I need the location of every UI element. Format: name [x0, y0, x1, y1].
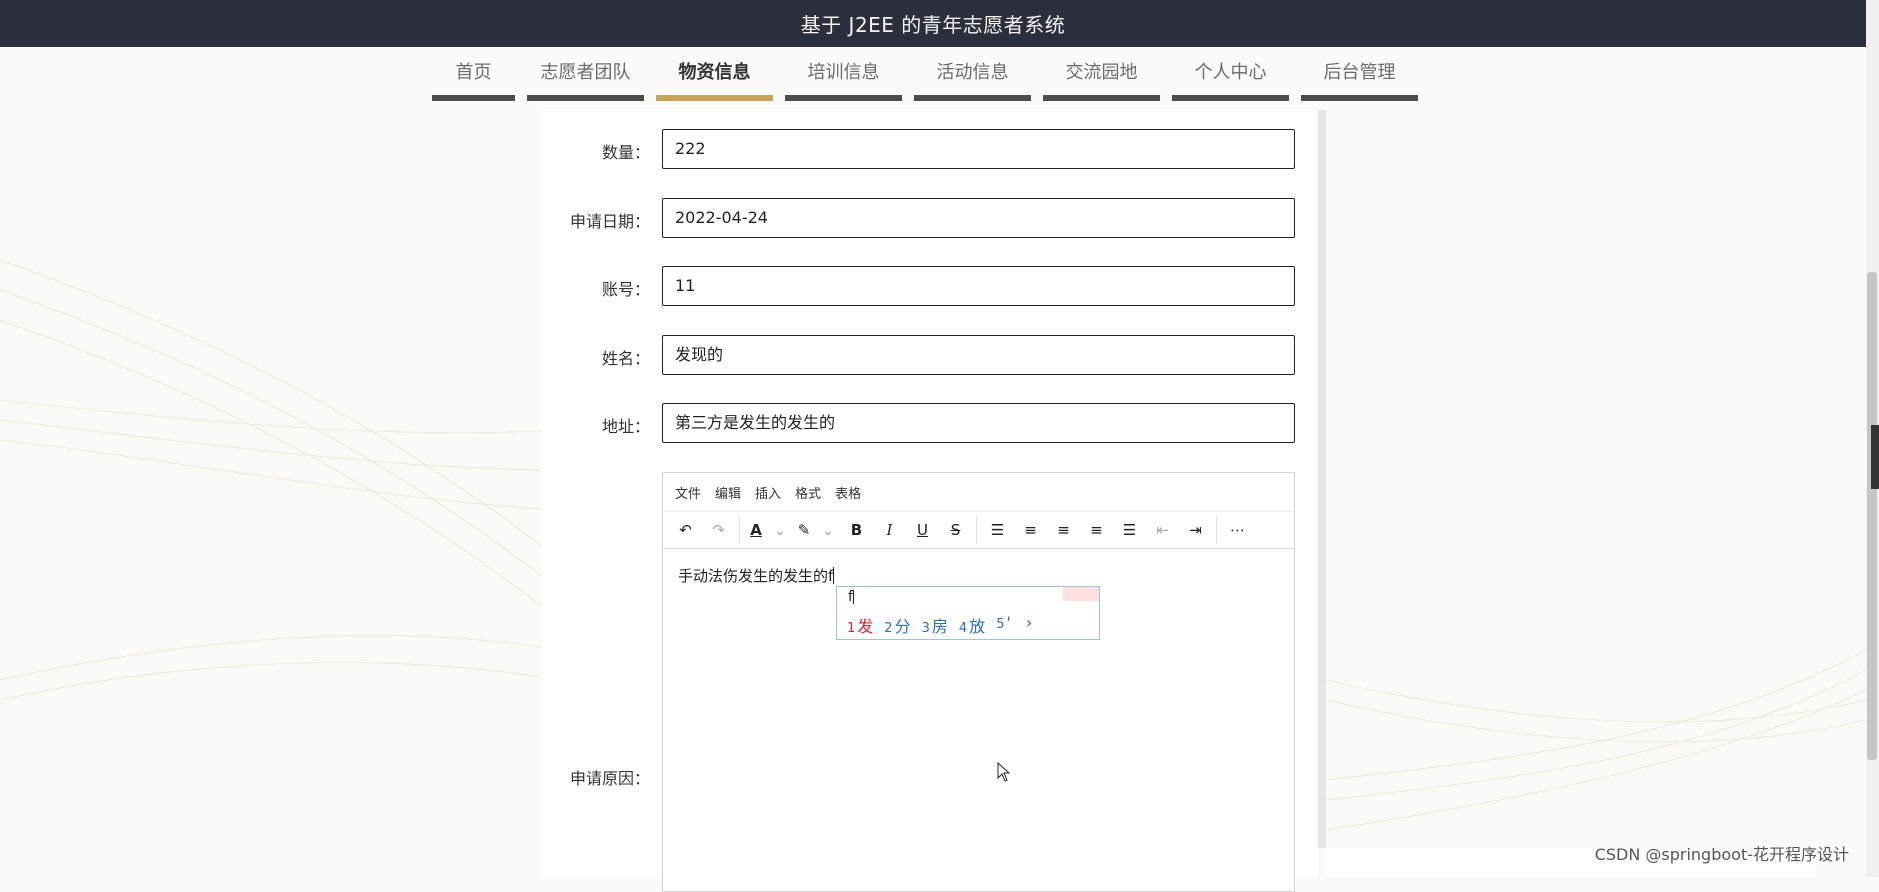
- menu-format[interactable]: 格式: [795, 483, 821, 502]
- editor-text: 手动法伤发生的发生的f: [678, 567, 834, 585]
- more-icon[interactable]: ⋯: [1221, 515, 1254, 545]
- editor-toolbar: ↶ ↷ A ⌄ ✎ ⌄ B I U S ☰ ≡ ≡ ≡ ☰ ⇤ ⇥ ⋯: [663, 512, 1294, 549]
- nav-item-personal-center[interactable]: 个人中心: [1172, 47, 1289, 101]
- menu-insert[interactable]: 插入: [755, 483, 781, 502]
- ime-pinyin-input: f: [848, 589, 854, 605]
- account-row: 账号： 11: [542, 266, 1326, 306]
- align-right-icon[interactable]: ≡: [1080, 515, 1113, 545]
- apply-date-input[interactable]: 2022-04-24: [662, 198, 1295, 238]
- page-scrollbar[interactable]: [1866, 0, 1879, 877]
- ime-candidate[interactable]: 3房: [922, 613, 948, 637]
- ime-candidate[interactable]: 2分: [884, 613, 910, 637]
- address-label: 地址：: [601, 417, 650, 436]
- ime-candidate[interactable]: 1发: [847, 613, 873, 637]
- main-nav: 首页 志愿者团队 物资信息 培训信息 活动信息 交流园地 个人中心 后台管理: [432, 47, 1418, 101]
- indent-icon[interactable]: ⇥: [1179, 515, 1212, 545]
- ime-candidate[interactable]: 4放: [959, 613, 985, 637]
- text-caret: [833, 567, 835, 584]
- line-height-icon[interactable]: ☰: [981, 515, 1014, 545]
- site-header: 基于 J2EE 的青年志愿者系统: [0, 0, 1866, 47]
- nav-item-admin[interactable]: 后台管理: [1301, 47, 1418, 101]
- name-label: 姓名：: [601, 349, 650, 368]
- menu-file[interactable]: 文件: [675, 483, 701, 502]
- nav-item-activities[interactable]: 活动信息: [914, 47, 1031, 101]
- site-title: 基于 J2EE 的青年志愿者系统: [800, 13, 1066, 37]
- ime-next-page-icon[interactable]: ›: [1026, 613, 1032, 637]
- name-input[interactable]: 发现的: [662, 335, 1295, 375]
- menu-table[interactable]: 表格: [835, 483, 861, 502]
- italic-icon[interactable]: I: [873, 515, 906, 545]
- ime-brand-mark: [1063, 587, 1099, 601]
- text-color-icon[interactable]: A: [744, 515, 768, 545]
- name-row: 姓名： 发现的: [542, 335, 1326, 375]
- account-label: 账号：: [601, 280, 650, 299]
- apply-date-label: 申请日期：: [569, 212, 650, 231]
- address-row: 地址： 第三方是发生的发生的: [542, 403, 1326, 443]
- toolbar-divider: [1216, 516, 1217, 544]
- ime-candidates: 1发 2分 3房 4放 5 ' ›: [847, 613, 1032, 637]
- ime-caret: [852, 590, 854, 604]
- nav-item-supplies[interactable]: 物资信息: [656, 47, 773, 101]
- chevron-down-icon[interactable]: ⌄: [816, 515, 840, 545]
- rich-text-editor[interactable]: 文件 编辑 插入 格式 表格 ↶ ↷ A ⌄ ✎ ⌄ B I U S ☰ ≡ ≡…: [662, 472, 1295, 892]
- toolbar-divider: [976, 516, 977, 544]
- scrollbar-thumb[interactable]: [1867, 272, 1877, 760]
- form-panel: 数量： 222 申请日期： 2022-04-24 账号： 11 姓名： 发现的 …: [542, 110, 1326, 892]
- align-left-icon[interactable]: ≡: [1014, 515, 1047, 545]
- outdent-icon[interactable]: ⇤: [1146, 515, 1179, 545]
- undo-icon[interactable]: ↶: [669, 515, 702, 545]
- underline-icon[interactable]: U: [906, 515, 939, 545]
- redo-icon[interactable]: ↷: [702, 515, 735, 545]
- toolbar-divider: [739, 516, 740, 544]
- scroll-position-mark: [1871, 425, 1879, 489]
- nav-item-forum[interactable]: 交流园地: [1043, 47, 1160, 101]
- account-input[interactable]: 11: [662, 266, 1295, 306]
- nav-item-home[interactable]: 首页: [432, 47, 515, 101]
- quantity-input[interactable]: 222: [662, 129, 1295, 169]
- highlight-color-icon[interactable]: ✎: [792, 515, 816, 545]
- align-justify-icon[interactable]: ☰: [1113, 515, 1146, 545]
- editor-menubar: 文件 编辑 插入 格式 表格: [663, 473, 1294, 512]
- nav-item-training[interactable]: 培训信息: [785, 47, 902, 101]
- reason-label: 申请原因：: [569, 769, 650, 788]
- address-input[interactable]: 第三方是发生的发生的: [662, 403, 1295, 443]
- align-center-icon[interactable]: ≡: [1047, 515, 1080, 545]
- quantity-row: 数量： 222: [542, 129, 1326, 169]
- menu-edit[interactable]: 编辑: [715, 483, 741, 502]
- quantity-label: 数量：: [601, 143, 650, 162]
- apply-date-row: 申请日期： 2022-04-24: [542, 198, 1326, 238]
- chevron-down-icon[interactable]: ⌄: [768, 515, 792, 545]
- watermark-text: CSDN @springboot-花开程序设计: [1594, 845, 1849, 864]
- ime-candidate-popup: f 1发 2分 3房 4放 5 ' ›: [836, 586, 1100, 640]
- strikethrough-icon[interactable]: S: [939, 515, 972, 545]
- mouse-cursor-icon: [997, 761, 1011, 786]
- bold-icon[interactable]: B: [840, 515, 873, 545]
- ime-candidate[interactable]: 5 ': [996, 613, 1011, 637]
- nav-item-volunteer-team[interactable]: 志愿者团队: [527, 47, 644, 101]
